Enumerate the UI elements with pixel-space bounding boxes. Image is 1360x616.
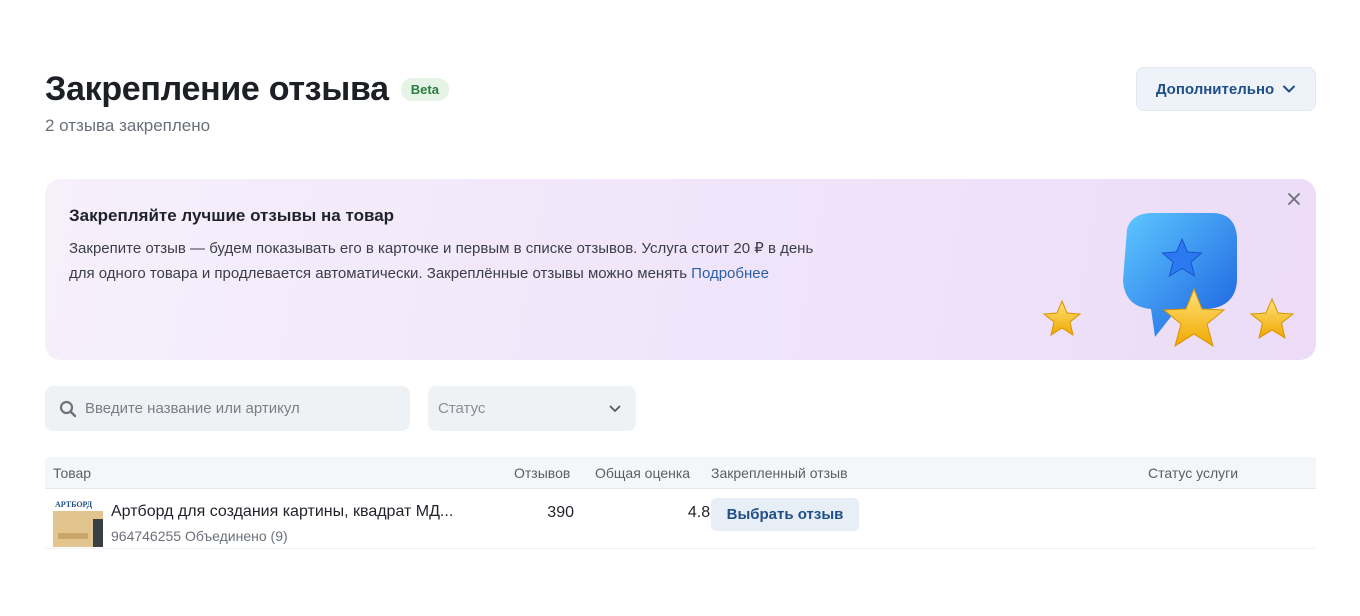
more-dropdown-button[interactable]: Дополнительно bbox=[1136, 67, 1316, 111]
reviews-count: 390 bbox=[547, 504, 574, 521]
more-button-label: Дополнительно bbox=[1155, 80, 1275, 98]
products-table: Товар Отзывов Общая оценка Закрепленный … bbox=[45, 457, 1316, 549]
page-title: Закрепление отзыва bbox=[45, 69, 389, 108]
product-name[interactable]: Артборд для создания картины, квадрат МД… bbox=[111, 503, 453, 521]
product-meta: 964746255 Объединено (9) bbox=[111, 528, 288, 544]
promo-banner: Закрепляйте лучшие отзывы на товар Закре… bbox=[45, 179, 1316, 360]
page-header: Закрепление отзыва Beta 2 отзыва закрепл… bbox=[45, 67, 1316, 138]
chevron-down-icon bbox=[609, 405, 621, 412]
column-header-reviews[interactable]: Отзывов bbox=[514, 465, 570, 481]
beta-badge: Beta bbox=[400, 77, 449, 101]
column-header-service-status[interactable]: Статус услуги bbox=[1148, 465, 1238, 481]
table-header: Товар Отзывов Общая оценка Закрепленный … bbox=[45, 457, 1316, 489]
close-icon[interactable] bbox=[1286, 191, 1302, 207]
search-input[interactable] bbox=[85, 400, 385, 417]
pinned-count-subtitle: 2 отзыва закреплено bbox=[45, 116, 211, 135]
choose-review-button[interactable]: Выбрать отзыв bbox=[711, 498, 859, 531]
status-select-value: Статус bbox=[438, 400, 486, 417]
promo-title: Закрепляйте лучшие отзывы на товар bbox=[69, 206, 395, 225]
filters-bar: Статус bbox=[45, 386, 636, 431]
product-thumbnail-logo: АРТБОРД bbox=[55, 500, 93, 509]
title-row: Закрепление отзыва Beta bbox=[45, 68, 1316, 110]
column-header-pinned-review[interactable]: Закрепленный отзыв bbox=[711, 465, 848, 481]
column-header-rating[interactable]: Общая оценка bbox=[595, 465, 690, 481]
promo-more-link[interactable]: Подробнее bbox=[691, 265, 769, 282]
search-field[interactable] bbox=[45, 386, 410, 431]
chevron-down-icon bbox=[1283, 85, 1296, 93]
search-icon bbox=[59, 400, 77, 417]
table-row: АРТБОРД Артборд для создания картины, кв… bbox=[45, 489, 1316, 549]
status-select[interactable]: Статус bbox=[428, 386, 636, 431]
promo-text: Закрепите отзыв — будем показывать его в… bbox=[69, 236, 829, 286]
column-header-product[interactable]: Товар bbox=[53, 465, 91, 481]
product-thumbnail[interactable]: АРТБОРД bbox=[53, 497, 103, 547]
review-stars-illustration-icon bbox=[1042, 213, 1295, 348]
